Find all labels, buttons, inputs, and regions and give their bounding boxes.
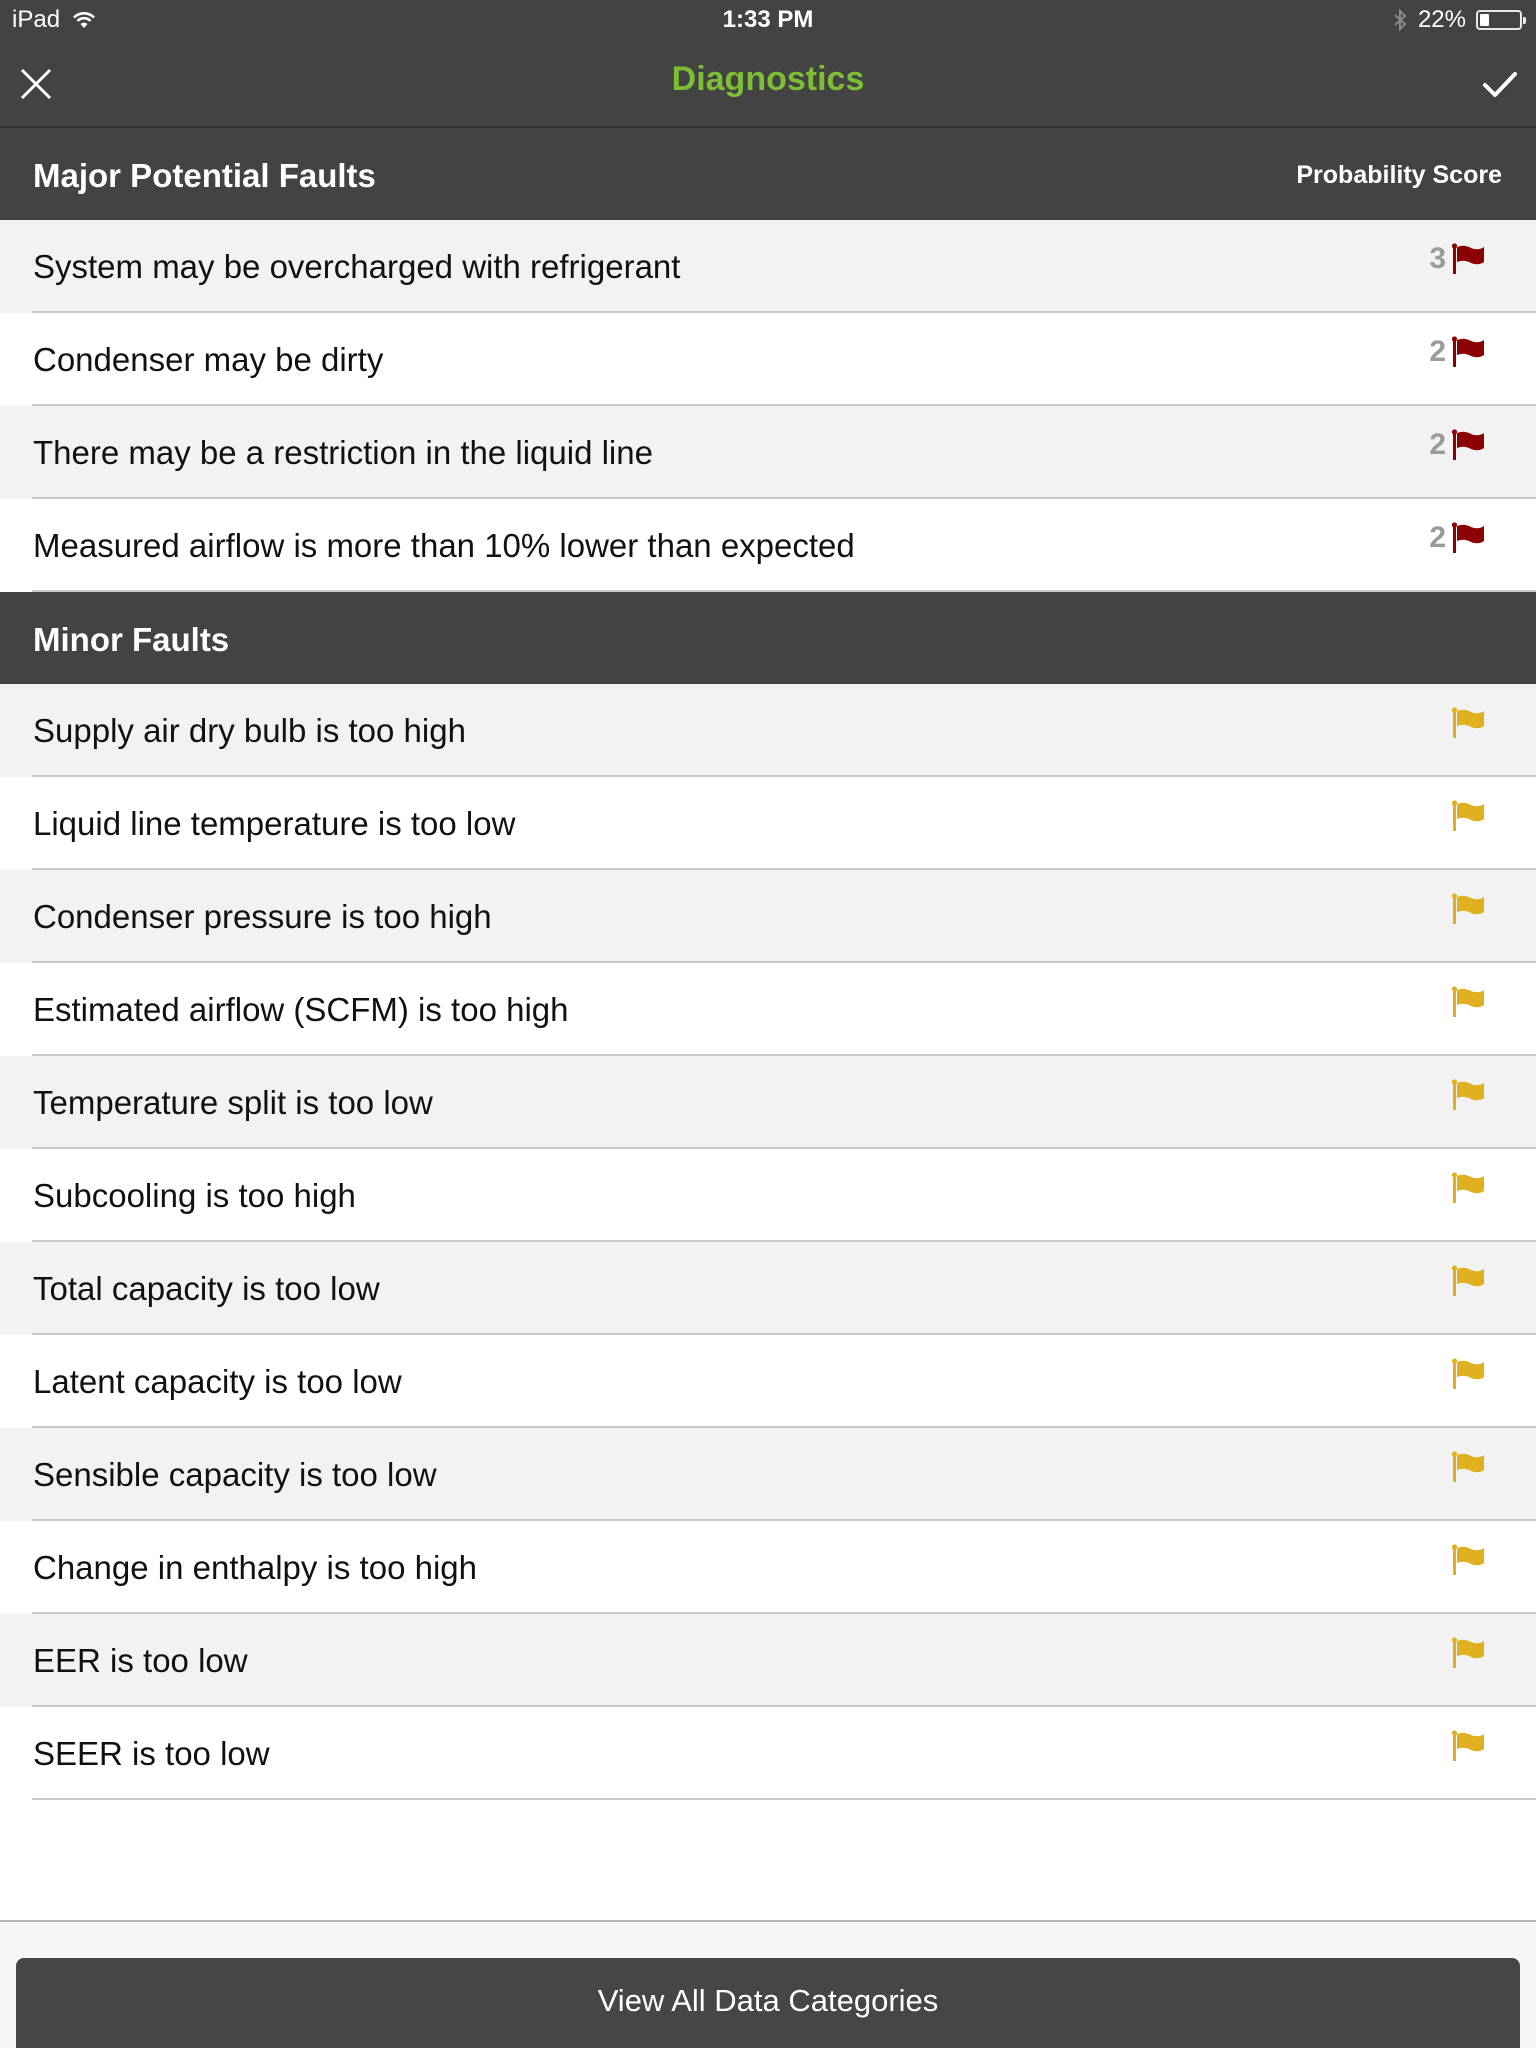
fault-label: Total capacity is too low: [33, 1270, 380, 1307]
probability-score: [1450, 892, 1486, 926]
battery-icon: [1476, 10, 1526, 30]
status-right-group: 22%: [1392, 6, 1526, 34]
bluetooth-icon: [1394, 8, 1407, 32]
flag-icon: [1451, 986, 1484, 1017]
probability-score: 2: [1429, 521, 1486, 555]
major-faults-list: System may be overcharged with refrigera…: [0, 220, 1536, 592]
battery-level: [1480, 14, 1489, 26]
status-bar: iPad 1:33 PM 22%: [0, 0, 1536, 40]
flag-icon: [1451, 336, 1484, 367]
probability-score: [1450, 1636, 1486, 1670]
probability-score: 3: [1429, 242, 1486, 276]
fault-row[interactable]: There may be a restriction in the liquid…: [0, 406, 1536, 499]
fault-row[interactable]: Estimated airflow (SCFM) is too high: [0, 963, 1536, 1056]
fault-label: Estimated airflow (SCFM) is too high: [33, 991, 569, 1028]
fault-row[interactable]: Measured airflow is more than 10% lower …: [0, 499, 1536, 592]
probability-score: 2: [1429, 428, 1486, 462]
probability-score: [1450, 985, 1486, 1019]
fault-row[interactable]: Condenser may be dirty 2: [0, 313, 1536, 406]
probability-score: 2: [1429, 335, 1486, 369]
fault-label: Change in enthalpy is too high: [33, 1549, 477, 1586]
fault-row[interactable]: Condenser pressure is too high: [0, 870, 1536, 963]
flag-icon: [1451, 1079, 1484, 1110]
fault-label: Condenser pressure is too high: [33, 898, 492, 935]
clock: 1:33 PM: [722, 6, 814, 33]
fault-label: Condenser may be dirty: [33, 341, 384, 378]
probability-score-header: Probability Score: [1296, 161, 1502, 189]
probability-score: [1450, 1078, 1486, 1112]
score-value: 2: [1429, 335, 1446, 368]
fault-label: Sensible capacity is too low: [33, 1456, 437, 1493]
score-value: 2: [1429, 521, 1446, 554]
probability-score: [1450, 799, 1486, 833]
fault-row[interactable]: EER is too low: [0, 1614, 1536, 1707]
minor-faults-header: Minor Faults: [0, 592, 1536, 684]
flag-icon: [1451, 429, 1484, 460]
flag-icon: [1451, 800, 1484, 831]
page-title: Diagnostics: [671, 60, 865, 98]
nav-bar: Diagnostics: [0, 40, 1536, 128]
probability-score: [1450, 1729, 1486, 1763]
probability-score: [1450, 1543, 1486, 1577]
probability-score: [1450, 1171, 1486, 1205]
flag-icon: [1451, 893, 1484, 924]
footer-bar: View All Data Categories: [0, 1920, 1536, 2048]
flag-icon: [1451, 1172, 1484, 1203]
fault-label: Supply air dry bulb is too high: [33, 712, 466, 749]
fault-row[interactable]: Temperature split is too low: [0, 1056, 1536, 1149]
major-faults-header: Major Potential Faults Probability Score: [0, 128, 1536, 220]
minor-faults-list: Supply air dry bulb is too high Liquid li…: [0, 684, 1536, 1800]
battery-percent: 22%: [1417, 6, 1466, 33]
fault-row[interactable]: SEER is too low: [0, 1707, 1536, 1800]
fault-row[interactable]: Latent capacity is too low: [0, 1335, 1536, 1428]
flag-icon: [1451, 1451, 1484, 1482]
probability-score: [1450, 1450, 1486, 1484]
flag-icon: [1451, 707, 1484, 738]
flag-icon: [1451, 1730, 1484, 1761]
probability-score: [1450, 1264, 1486, 1298]
fault-row[interactable]: Supply air dry bulb is too high: [0, 684, 1536, 777]
score-value: 3: [1429, 242, 1446, 275]
view-all-data-categories-button[interactable]: View All Data Categories: [16, 1958, 1520, 2048]
score-value: 2: [1429, 428, 1446, 461]
probability-score: [1450, 1357, 1486, 1391]
probability-score: [1450, 706, 1486, 740]
flag-icon: [1451, 1544, 1484, 1575]
fault-label: SEER is too low: [33, 1735, 270, 1772]
flag-icon: [1451, 243, 1484, 274]
minor-faults-title: Minor Faults: [33, 621, 230, 658]
fault-label: Liquid line temperature is too low: [33, 805, 516, 842]
flag-icon: [1451, 1637, 1484, 1668]
fault-label: System may be overcharged with refrigera…: [33, 248, 681, 285]
fault-row[interactable]: Subcooling is too high: [0, 1149, 1536, 1242]
fault-row[interactable]: Sensible capacity is too low: [0, 1428, 1536, 1521]
fault-label: There may be a restriction in the liquid…: [33, 434, 653, 471]
fault-row[interactable]: System may be overcharged with refrigera…: [0, 220, 1536, 313]
fault-row[interactable]: Total capacity is too low: [0, 1242, 1536, 1335]
checkmark-icon: [1483, 72, 1517, 97]
done-button[interactable]: [1480, 64, 1520, 104]
fault-row[interactable]: Change in enthalpy is too high: [0, 1521, 1536, 1614]
fault-row[interactable]: Liquid line temperature is too low: [0, 777, 1536, 870]
flag-icon: [1451, 522, 1484, 553]
flag-icon: [1451, 1358, 1484, 1389]
fault-label: Subcooling is too high: [33, 1177, 356, 1214]
fault-list: Major Potential Faults Probability Score…: [0, 128, 1536, 1800]
major-faults-title: Major Potential Faults: [33, 157, 376, 194]
fault-label: Measured airflow is more than 10% lower …: [33, 527, 855, 564]
flag-icon: [1451, 1265, 1484, 1296]
fault-label: Temperature split is too low: [33, 1084, 433, 1121]
fault-label: EER is too low: [33, 1642, 248, 1679]
fault-label: Latent capacity is too low: [33, 1363, 402, 1400]
